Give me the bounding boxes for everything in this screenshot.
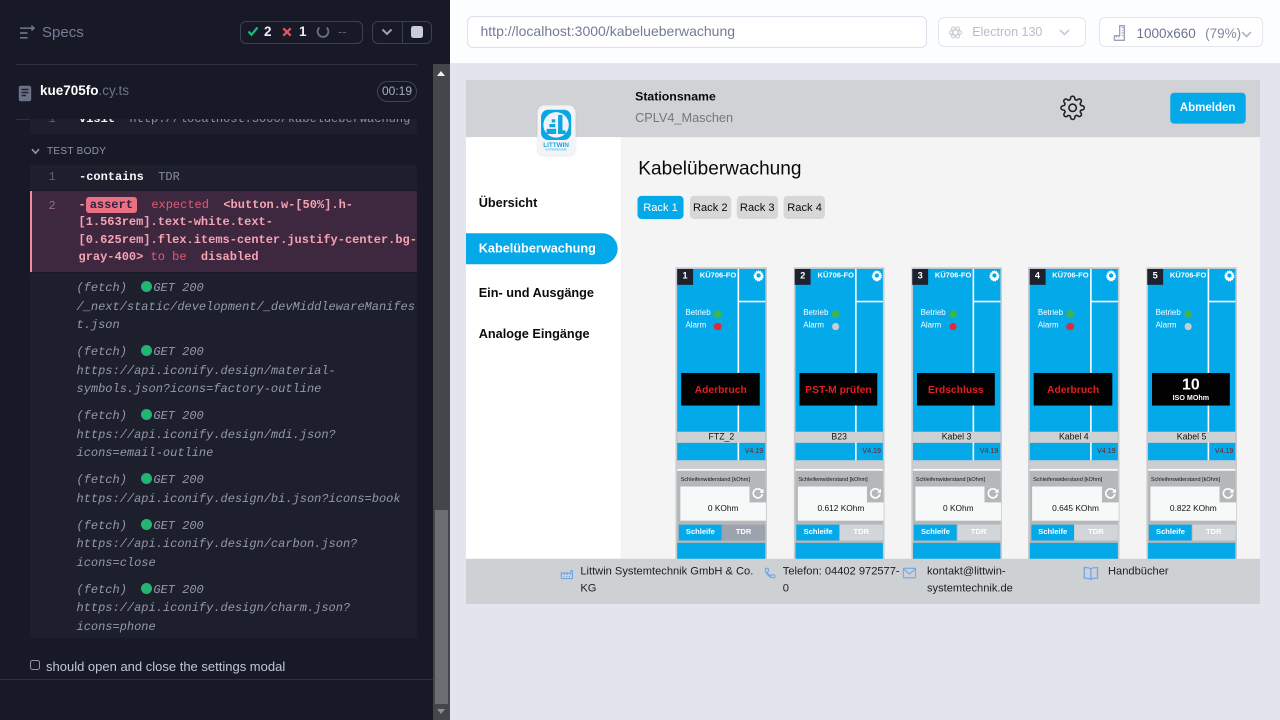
svg-text:SYSTEMTECHNIK: SYSTEMTECHNIK [545, 148, 567, 150]
